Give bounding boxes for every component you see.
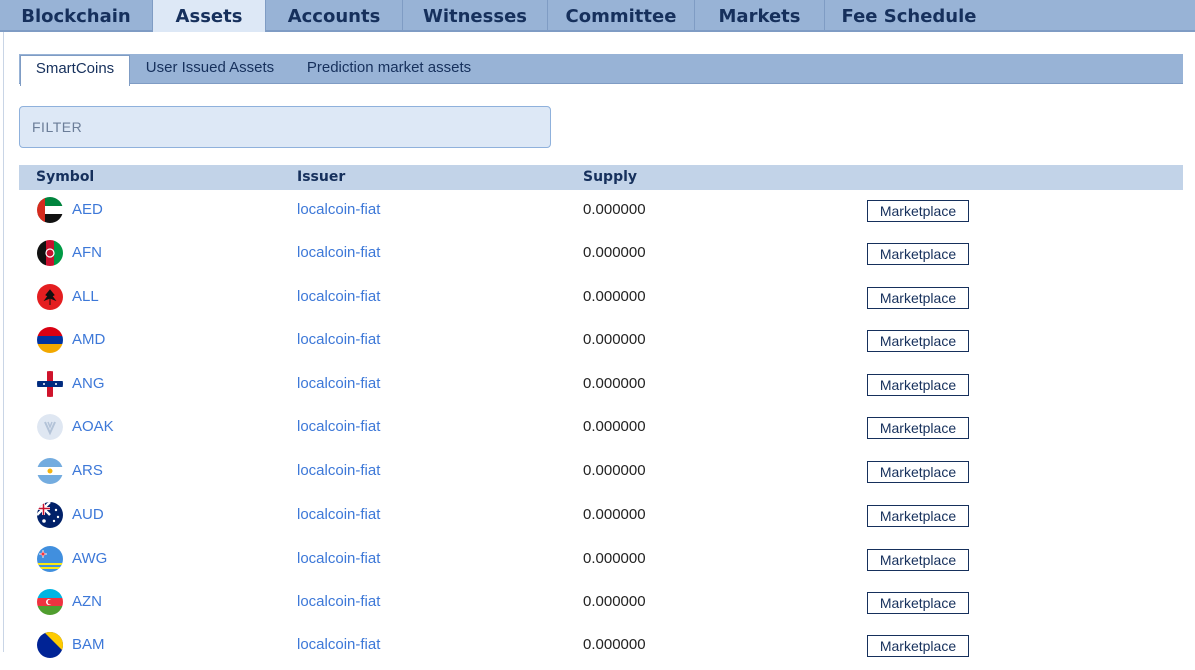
asset-issuer-link[interactable]: localcoin-fiat	[297, 462, 380, 479]
asset-issuer-link[interactable]: localcoin-fiat	[297, 288, 380, 305]
tab-blockchain[interactable]: Blockchain	[0, 0, 153, 32]
asset-issuer-link[interactable]: localcoin-fiat	[297, 418, 380, 435]
page-left-border	[3, 32, 4, 652]
tab-accounts[interactable]: Accounts	[266, 0, 403, 32]
marketplace-button[interactable]: Marketplace	[867, 200, 969, 222]
tab-witnesses[interactable]: Witnesses	[403, 0, 548, 32]
marketplace-button[interactable]: Marketplace	[867, 243, 969, 265]
asset-issuer-link[interactable]: localcoin-fiat	[297, 375, 380, 392]
table-row: AMD localcoin-fiat 0.000000 Marketplace	[19, 321, 1183, 365]
asset-issuer-link[interactable]: localcoin-fiat	[297, 593, 380, 610]
asset-issuer-link[interactable]: localcoin-fiat	[297, 550, 380, 567]
tab-smartcoins[interactable]: SmartCoins	[20, 55, 130, 86]
azerbaijan-flag-icon	[37, 589, 63, 615]
tab-user-issued-assets[interactable]: User Issued Assets	[136, 54, 284, 84]
asset-supply: 0.000000	[583, 288, 646, 305]
tab-fee-schedule[interactable]: Fee Schedule	[825, 0, 993, 32]
tab-committee[interactable]: Committee	[548, 0, 695, 32]
uae-flag-icon	[37, 197, 63, 223]
asset-supply: 0.000000	[583, 550, 646, 567]
column-header-symbol[interactable]: Symbol	[36, 165, 94, 190]
table-row: ANG localcoin-fiat 0.000000 Marketplace	[19, 365, 1183, 409]
filter-input[interactable]	[19, 106, 551, 148]
asset-supply: 0.000000	[583, 593, 646, 610]
marketplace-button[interactable]: Marketplace	[867, 330, 969, 352]
main-navigation: Blockchain Assets Accounts Witnesses Com…	[0, 0, 1195, 32]
armenia-flag-icon	[37, 327, 63, 353]
table-row: AFN localcoin-fiat 0.000000 Marketplace	[19, 234, 1183, 278]
asset-supply: 0.000000	[583, 636, 646, 653]
marketplace-button[interactable]: Marketplace	[867, 592, 969, 614]
column-header-issuer[interactable]: Issuer	[297, 165, 345, 190]
table-row: AUD localcoin-fiat 0.000000 Marketplace	[19, 496, 1183, 540]
tab-assets[interactable]: Assets	[153, 0, 266, 32]
tab-prediction-market-assets[interactable]: Prediction market assets	[294, 54, 484, 84]
table-row: ARS localcoin-fiat 0.000000 Marketplace	[19, 452, 1183, 496]
bosnia-flag-icon	[37, 632, 63, 658]
asset-supply: 0.000000	[583, 331, 646, 348]
table-row: AZN localcoin-fiat 0.000000 Marketplace	[19, 583, 1183, 627]
asset-supply: 0.000000	[583, 244, 646, 261]
asset-symbol-link[interactable]: AZN	[72, 593, 102, 610]
asset-issuer-link[interactable]: localcoin-fiat	[297, 506, 380, 523]
table-row: BAM localcoin-fiat 0.000000 Marketplace	[19, 626, 1183, 670]
asset-type-tabs: SmartCoins User Issued Assets Prediction…	[19, 54, 1183, 86]
afghanistan-flag-icon	[37, 240, 63, 266]
marketplace-button[interactable]: Marketplace	[867, 287, 969, 309]
table-row: ALL localcoin-fiat 0.000000 Marketplace	[19, 278, 1183, 322]
asset-supply: 0.000000	[583, 375, 646, 392]
asset-symbol-link[interactable]: AMD	[72, 331, 105, 348]
asset-symbol-link[interactable]: ARS	[72, 462, 103, 479]
australia-flag-icon	[37, 502, 63, 528]
table-header: Symbol Issuer Supply	[19, 165, 1183, 190]
asset-symbol-link[interactable]: AWG	[72, 550, 107, 567]
marketplace-button[interactable]: Marketplace	[867, 549, 969, 571]
marketplace-button[interactable]: Marketplace	[867, 374, 969, 396]
asset-issuer-link[interactable]: localcoin-fiat	[297, 636, 380, 653]
asset-symbol-link[interactable]: AED	[72, 201, 103, 218]
table-row: AWG localcoin-fiat 0.000000 Marketplace	[19, 540, 1183, 584]
asset-supply: 0.000000	[583, 201, 646, 218]
asset-symbol-link[interactable]: ANG	[72, 375, 105, 392]
marketplace-button[interactable]: Marketplace	[867, 635, 969, 657]
asset-supply: 0.000000	[583, 506, 646, 523]
table-row: AED localcoin-fiat 0.000000 Marketplace	[19, 191, 1183, 235]
tab-markets[interactable]: Markets	[695, 0, 825, 32]
marketplace-button[interactable]: Marketplace	[867, 461, 969, 483]
netherlands-antilles-flag-icon	[37, 371, 63, 397]
asset-issuer-link[interactable]: localcoin-fiat	[297, 244, 380, 261]
asset-supply: 0.000000	[583, 418, 646, 435]
asset-symbol-link[interactable]: ALL	[72, 288, 99, 305]
marketplace-button[interactable]: Marketplace	[867, 417, 969, 439]
argentina-flag-icon	[37, 458, 63, 484]
aoak-logo-icon	[37, 414, 63, 440]
asset-symbol-link[interactable]: AUD	[72, 506, 104, 523]
asset-supply: 0.000000	[583, 462, 646, 479]
column-header-supply[interactable]: Supply	[583, 165, 637, 190]
table-row: AOAK localcoin-fiat 0.000000 Marketplace	[19, 408, 1183, 452]
marketplace-button[interactable]: Marketplace	[867, 505, 969, 527]
aruba-flag-icon	[37, 546, 63, 572]
asset-symbol-link[interactable]: AOAK	[72, 418, 114, 435]
asset-issuer-link[interactable]: localcoin-fiat	[297, 331, 380, 348]
albania-flag-icon	[37, 284, 63, 310]
asset-symbol-link[interactable]: AFN	[72, 244, 102, 261]
asset-symbol-link[interactable]: BAM	[72, 636, 105, 653]
asset-issuer-link[interactable]: localcoin-fiat	[297, 201, 380, 218]
